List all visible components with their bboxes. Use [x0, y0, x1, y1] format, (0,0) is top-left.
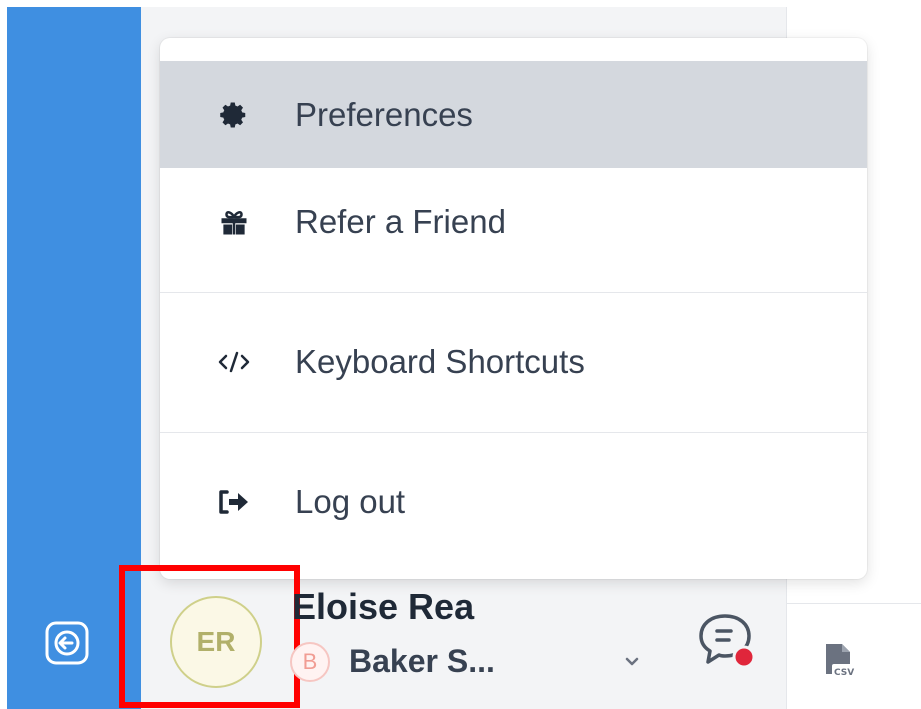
left-rail [7, 7, 141, 709]
menu-item-preferences[interactable]: Preferences [160, 61, 867, 168]
menu-item-keyboard-shortcuts[interactable]: Keyboard Shortcuts [160, 293, 867, 430]
logout-icon [212, 480, 256, 524]
svg-text:CSV: CSV [834, 668, 854, 678]
menu-item-log-out[interactable]: Log out [160, 433, 867, 570]
menu-item-label: Log out [295, 482, 406, 520]
chat-notification-button[interactable] [695, 612, 761, 672]
code-icon [212, 340, 256, 384]
chat-notification-icon [699, 614, 756, 669]
menu-item-label: Refer a Friend [295, 202, 506, 240]
menu-item-refer-a-friend[interactable]: Refer a Friend [160, 168, 867, 275]
user-dropdown-menu: Preferences Refer a Friend Keyboard Shor… [160, 38, 867, 579]
collapse-sidebar-button[interactable] [43, 619, 91, 667]
main-divider [787, 603, 921, 604]
gift-icon [212, 200, 256, 244]
menu-item-label: Preferences [295, 95, 473, 133]
chevron-down-icon[interactable] [620, 650, 644, 674]
org-badge-letter: B [302, 649, 318, 674]
org-badge: B [290, 642, 330, 682]
arrow-left-circle-icon [45, 621, 89, 665]
csv-file-icon[interactable]: CSV [822, 642, 862, 682]
avatar-initials: ER [196, 626, 236, 657]
top-strip [0, 0, 921, 7]
user-avatar[interactable]: ER [170, 596, 262, 688]
user-name: Eloise Rea [292, 586, 475, 627]
gear-icon [212, 93, 256, 137]
org-name[interactable]: Baker S... [349, 643, 495, 680]
menu-item-label: Keyboard Shortcuts [295, 342, 585, 380]
